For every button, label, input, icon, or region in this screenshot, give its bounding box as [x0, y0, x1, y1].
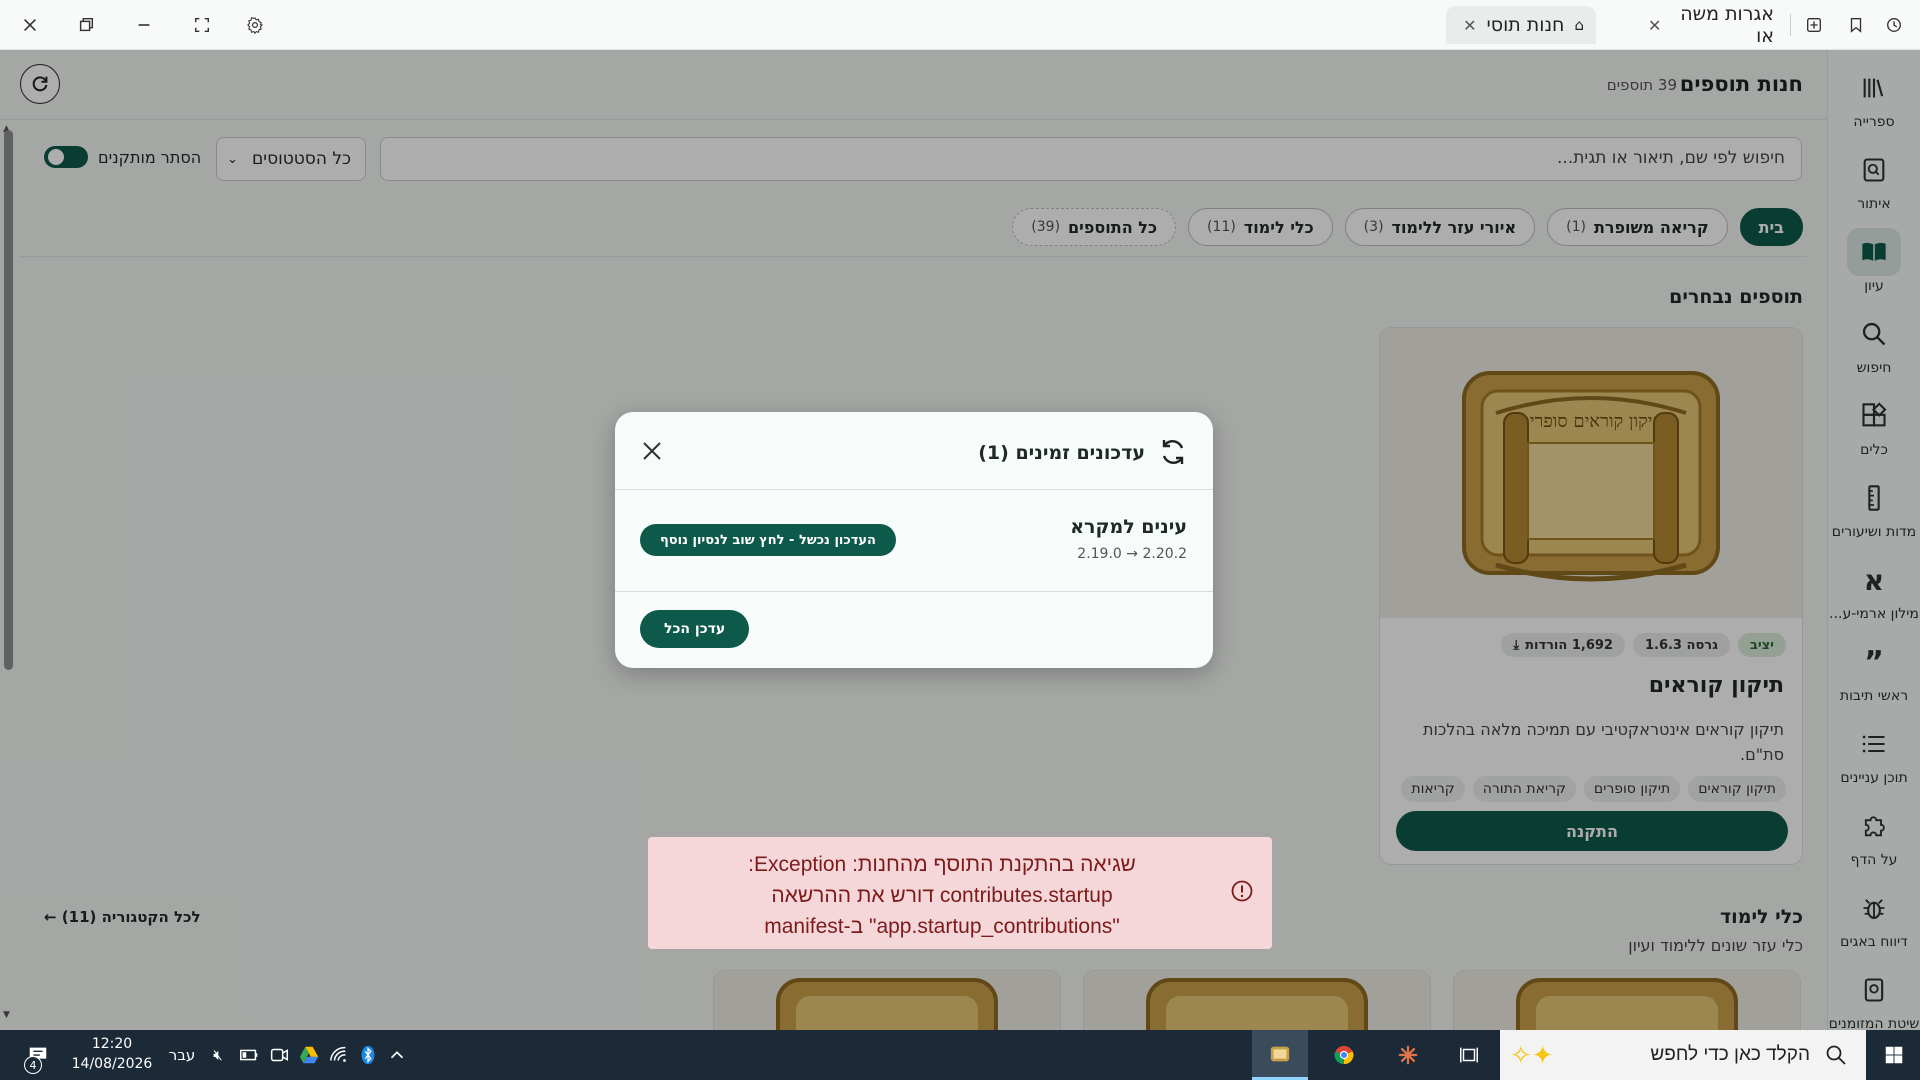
- taskbar-app-chrome[interactable]: [1316, 1030, 1372, 1080]
- taskbar: 4 12:20 14/08/2026 עבר 🔇︎ הקלד כאן כדי ל…: [0, 1030, 1920, 1080]
- language-indicator[interactable]: עבר: [164, 1030, 200, 1080]
- sparkle-icon: ✦✧: [1510, 1039, 1554, 1070]
- update-item: עינים למקרא 2.19.0 → 2.20.2 העדכון נכשל …: [615, 490, 1213, 592]
- sunburst-app-icon: [1398, 1045, 1418, 1065]
- store-tab-icon: ⌂: [1574, 16, 1584, 34]
- windows-icon: [1885, 1046, 1903, 1064]
- task-view-button[interactable]: [1444, 1030, 1494, 1080]
- close-icon: [24, 19, 36, 31]
- close-window-button[interactable]: [16, 11, 44, 39]
- new-tab-button[interactable]: [1800, 11, 1828, 39]
- fullscreen-button[interactable]: [188, 11, 216, 39]
- bookmark-button[interactable]: [1842, 11, 1870, 39]
- title-bar: ⌂ חנות תוסי ✕ אגרות משה או ✕: [0, 0, 1920, 50]
- gear-icon: [247, 17, 264, 34]
- restore-icon: [79, 17, 94, 32]
- battery-icon[interactable]: [236, 1030, 262, 1080]
- tab-separator: [1790, 14, 1791, 36]
- task-view-icon: [1460, 1047, 1478, 1063]
- taskbar-search[interactable]: הקלד כאן כדי לחפש ✦✧: [1500, 1030, 1866, 1080]
- error-toast: שגיאה בהתקנת התוסף מהחנות: Exception: co…: [648, 837, 1272, 949]
- chevron-up-icon[interactable]: [384, 1030, 410, 1080]
- meet-now-icon[interactable]: [266, 1030, 292, 1080]
- minimize-window-button[interactable]: [130, 11, 158, 39]
- updates-dialog: עדכונים זמינים (1) עינים למקרא 2.19.0 → …: [615, 412, 1213, 668]
- history-button[interactable]: [1880, 11, 1908, 39]
- taskbar-app-claude[interactable]: [1380, 1030, 1436, 1080]
- update-version: 2.19.0 → 2.20.2: [1077, 546, 1187, 562]
- update-name: עינים למקרא: [1070, 516, 1187, 538]
- close-tab-icon[interactable]: ✕: [1648, 16, 1661, 35]
- minimize-icon: [138, 24, 150, 26]
- volume-muted-icon[interactable]: 🔇︎: [205, 1030, 231, 1080]
- alert-circle-icon: [1231, 880, 1253, 902]
- taskbar-app-torah[interactable]: [1252, 1030, 1308, 1080]
- restore-window-button[interactable]: [72, 11, 100, 39]
- notification-center-button[interactable]: 4: [18, 1030, 58, 1080]
- google-drive-icon[interactable]: [296, 1030, 322, 1080]
- history-icon: [1887, 18, 1901, 32]
- plus-square-icon: [1807, 18, 1821, 32]
- sync-icon: [1162, 440, 1184, 464]
- torah-app-icon: [1270, 1046, 1290, 1061]
- settings-button[interactable]: [241, 11, 269, 39]
- dialog-title: עדכונים זמינים (1): [978, 442, 1145, 464]
- search-icon: [1826, 1045, 1846, 1065]
- dialog-header: עדכונים זמינים (1): [615, 412, 1213, 490]
- close-icon[interactable]: [641, 440, 663, 462]
- wifi-icon[interactable]: [326, 1030, 352, 1080]
- tab-addon-store[interactable]: ⌂ חנות תוסי ✕: [1446, 6, 1596, 44]
- update-all-button[interactable]: עדכן הכל: [640, 610, 750, 648]
- tab-document[interactable]: אגרות משה או ✕: [1636, 3, 1786, 47]
- notification-count: 4: [24, 1056, 42, 1074]
- retry-update-button[interactable]: העדכון נכשל - לחץ שוב לנסיון נוסף: [640, 524, 896, 556]
- bluetooth-icon[interactable]: [356, 1030, 380, 1080]
- error-message: שגיאה בהתקנת התוסף מהחנות: Exception: co…: [748, 853, 1136, 938]
- start-button[interactable]: [1868, 1030, 1920, 1080]
- chrome-icon: [1334, 1045, 1354, 1065]
- clock[interactable]: 12:20 14/08/2026: [70, 1034, 154, 1074]
- bookmark-icon: [1850, 18, 1862, 33]
- fullscreen-icon: [194, 17, 210, 33]
- close-tab-icon[interactable]: ✕: [1463, 16, 1476, 35]
